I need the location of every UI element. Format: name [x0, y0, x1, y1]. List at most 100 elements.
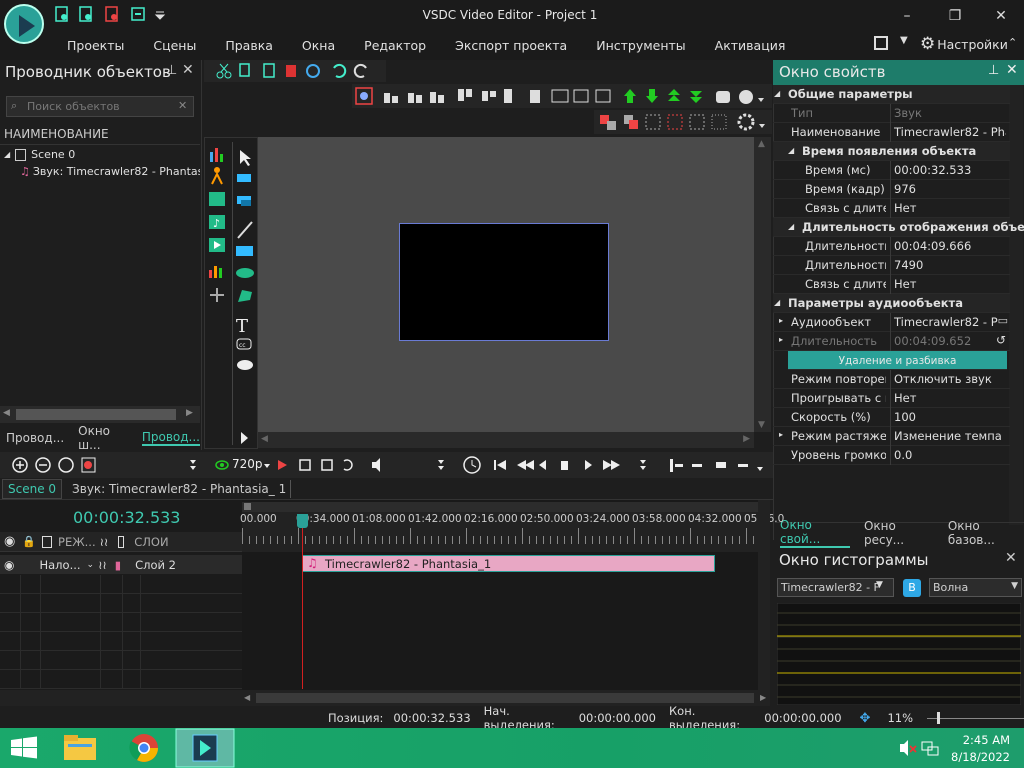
close-window-button[interactable]: ✕: [986, 4, 1016, 28]
scroll-left-icon[interactable]: ◀: [261, 434, 268, 444]
toolbar-overflow-icon[interactable]: [438, 460, 444, 470]
property-row[interactable]: Скорость (%) 100: [773, 408, 1010, 427]
property-value[interactable]: 7490: [894, 258, 1006, 272]
preview-eye-icon[interactable]: [215, 460, 229, 470]
resolution-dropdown-icon[interactable]: [264, 464, 270, 468]
property-value[interactable]: 00:04:09.666: [894, 239, 1006, 253]
scene-canvas[interactable]: [399, 223, 609, 341]
rectangle-stack-tool-icon[interactable]: [237, 196, 251, 206]
playhead-handle[interactable]: [297, 514, 308, 528]
collapse-icon[interactable]: ◢: [774, 89, 780, 98]
menu-export[interactable]: Экспорт проекта: [455, 38, 567, 53]
text-tool-icon[interactable]: T: [236, 316, 248, 337]
tab-audio-object[interactable]: Звук: Timecrawler82 - Phantasia_ 1: [68, 479, 292, 498]
quick-access-menu-icon[interactable]: [154, 11, 166, 20]
tab-scene-0[interactable]: Scene 0: [2, 478, 63, 499]
save-project-icon[interactable]: [105, 6, 118, 22]
tab-basic-effects[interactable]: Окно базов...: [948, 519, 1024, 547]
chart-tool-icon[interactable]: [210, 148, 223, 162]
delete-icon[interactable]: [286, 65, 296, 77]
rectangle-tool-icon[interactable]: [236, 246, 253, 256]
zoom-slider[interactable]: [927, 711, 1024, 724]
resolution-select[interactable]: 720p: [232, 457, 263, 471]
clock-time[interactable]: 2:45 AM: [940, 733, 1010, 747]
histogram-mode-select[interactable]: Волна ▼: [929, 578, 1022, 597]
property-row[interactable]: Длительность (00:04:09.666: [773, 237, 1010, 256]
property-value[interactable]: Изменение темпа: [894, 429, 1006, 443]
line-tool-icon[interactable]: [237, 221, 253, 239]
close-histogram-icon[interactable]: ✕: [1005, 550, 1017, 566]
property-row[interactable]: Связь с длитель Нет: [773, 275, 1010, 294]
mute-volume-icon[interactable]: [900, 740, 917, 756]
timeline-vertical-scrollbar[interactable]: [758, 500, 770, 690]
property-row[interactable]: Режим повторени Отключить звук: [773, 370, 1010, 389]
remove-scene-icon[interactable]: [35, 457, 51, 473]
chevron-down-icon[interactable]: ▼: [876, 580, 883, 590]
track-mode[interactable]: Нало...: [39, 558, 80, 572]
tab-resources[interactable]: Окно ресу...: [864, 519, 934, 547]
export-icon[interactable]: [131, 7, 145, 21]
preview-vertical-scrollbar[interactable]: ▲ ▼: [754, 137, 771, 432]
collapse-icon[interactable]: ◢: [4, 150, 10, 159]
menu-edit[interactable]: Правка: [225, 38, 273, 53]
collapse-icon[interactable]: ◢: [774, 298, 780, 307]
expand-arrow-icon[interactable]: ▸: [779, 430, 783, 439]
property-row[interactable]: Длительность (7490: [773, 256, 1010, 275]
fit-zoom-icon[interactable]: ✥: [860, 711, 871, 726]
tab-templates[interactable]: Окно ш...: [78, 424, 132, 452]
scroll-right-icon[interactable]: ▶: [743, 434, 750, 444]
menu-editor[interactable]: Редактор: [364, 38, 426, 53]
blue-channel-button[interactable]: B: [903, 579, 921, 597]
timeline-mode-icons[interactable]: [670, 459, 763, 472]
menu-windows[interactable]: Окна: [302, 38, 335, 53]
expand-icon[interactable]: ⌃: [1008, 36, 1017, 49]
property-value[interactable]: 00:00:32.533: [894, 163, 1006, 177]
property-value[interactable]: Нет: [894, 201, 1006, 215]
toolbar-dropdown-icon[interactable]: [758, 98, 764, 102]
zoom-slider-thumb[interactable]: [937, 711, 941, 724]
spectrum-tool-icon[interactable]: [209, 266, 222, 278]
property-row[interactable]: Время (мс) 00:00:32.533: [773, 161, 1010, 180]
property-row[interactable]: Тип Звук: [773, 104, 1010, 123]
property-row[interactable]: ▸ Длительность 00:04:09.652 ↺: [773, 332, 1010, 351]
property-row[interactable]: ▸ Аудиообъект Timecrawler82 - P ▭: [773, 313, 1010, 332]
ellipse-tool-icon[interactable]: [236, 268, 254, 278]
scroll-handle-left[interactable]: [244, 503, 251, 510]
maximize-button[interactable]: ❐: [940, 4, 970, 28]
tree-item-scene[interactable]: ◢ Scene 0: [4, 146, 200, 163]
grid-dropdown-icon[interactable]: [759, 124, 765, 128]
redo-icon[interactable]: [353, 63, 367, 78]
align-icons[interactable]: [384, 89, 611, 103]
scroll-up-icon[interactable]: ▲: [758, 139, 765, 149]
preview-horizontal-scrollbar[interactable]: ◀ ▶: [258, 432, 754, 448]
property-value[interactable]: Звук: [894, 106, 1006, 120]
property-value[interactable]: Timecrawler82 - P: [894, 315, 1006, 329]
property-value[interactable]: Timecrawler82 - Phan: [894, 125, 1006, 139]
audio-clip[interactable]: ♫ Timecrawler82 - Phantasia_1: [302, 555, 715, 572]
circle-icon[interactable]: [306, 64, 320, 78]
time-ruler[interactable]: 00.000 00:34.000 01:08.000 01:42.000 02:16.0…: [240, 512, 784, 552]
add-scene-icon[interactable]: [12, 457, 28, 473]
tree-item-audio[interactable]: ♫ Звук: Timecrawler82 - Phantasia: [20, 163, 200, 180]
property-row[interactable]: Наименование Timecrawler82 - Phan: [773, 123, 1010, 142]
volume-icon[interactable]: [372, 458, 380, 472]
property-row[interactable]: Проигрывать с ко Нет: [773, 389, 1010, 408]
minimize-button[interactable]: –: [892, 4, 922, 28]
clear-search-icon[interactable]: ✕: [178, 99, 187, 112]
vsdc-taskbar-icon[interactable]: [175, 728, 235, 768]
property-value[interactable]: 976: [894, 182, 1006, 196]
visibility-eye-icon[interactable]: ◉: [4, 534, 15, 549]
audio-tool-icon[interactable]: ♪: [209, 215, 225, 230]
property-section[interactable]: Общие параметры ◢: [773, 85, 1010, 104]
preview-settings-gear-icon[interactable]: [737, 113, 755, 131]
vsdc-logo-icon[interactable]: [4, 4, 44, 44]
reset-icon[interactable]: ↺: [996, 333, 1006, 347]
layer-order-icons[interactable]: [624, 89, 702, 103]
close-panel-icon[interactable]: ✕: [182, 62, 194, 78]
property-section[interactable]: Длительность отображения объек ◢: [773, 218, 1024, 237]
lock-icon[interactable]: 🔒: [22, 535, 36, 548]
chevron-down-icon[interactable]: ⌄: [87, 560, 95, 570]
browse-folder-icon[interactable]: ▭: [998, 314, 1008, 327]
scroll-right-icon[interactable]: ▶: [186, 408, 193, 418]
collapse-icon[interactable]: ◢: [788, 146, 794, 155]
